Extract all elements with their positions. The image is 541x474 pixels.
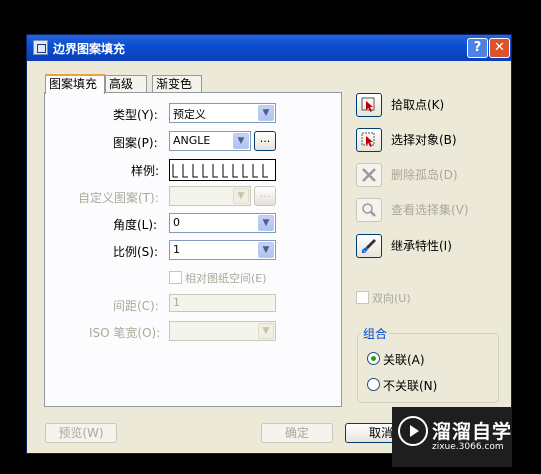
pattern-browse-button[interactable]: ... <box>254 131 276 151</box>
pattern-label: 图案(P): <box>113 136 158 150</box>
iso-pen-label: ISO 笔宽(O): <box>89 326 161 340</box>
close-button[interactable]: ✕ <box>489 38 510 58</box>
watermark: 溜溜自学 zixue.3066.com <box>392 407 512 467</box>
type-value: 预定义 <box>173 108 206 121</box>
nonassociative-label: 不关联(N) <box>383 379 438 393</box>
chevron-down-icon: ▼ <box>233 188 249 204</box>
select-objects-label: 选择对象(B) <box>391 133 457 147</box>
angle-pattern-preview <box>172 164 268 178</box>
spacing-label: 间距(C): <box>113 299 159 313</box>
dialog-title: 边界图案填充 <box>53 42 126 56</box>
double-label: 双向(U) <box>372 292 411 305</box>
ok-button[interactable]: 确定 <box>261 423 333 443</box>
chevron-down-icon: ▼ <box>233 133 249 149</box>
inherit-properties-button[interactable] <box>356 234 382 258</box>
angle-value: 0 <box>173 216 180 229</box>
tab-advanced[interactable]: 高级 <box>105 75 147 93</box>
inherit-properties-label: 继承特性(I) <box>391 239 452 253</box>
pick-point-icon <box>361 97 375 112</box>
app-icon <box>33 40 48 55</box>
pattern-select[interactable]: ANGLE ▼ <box>169 131 251 151</box>
angle-label: 角度(L): <box>113 218 158 232</box>
relative-paperspace-checkbox[interactable] <box>169 271 182 284</box>
chevron-down-icon: ▼ <box>258 105 274 121</box>
remove-islands-label: 删除孤岛(D) <box>391 168 458 182</box>
nonassociative-radio[interactable] <box>367 378 380 391</box>
pick-points-button[interactable] <box>356 93 382 117</box>
associative-label: 关联(A) <box>383 353 425 367</box>
custom-pattern-label: 自定义图案(T): <box>78 191 159 205</box>
view-selection-button[interactable] <box>356 198 382 222</box>
select-objects-button[interactable] <box>356 128 382 152</box>
preview-button[interactable]: 预览(W) <box>45 423 117 443</box>
associative-radio[interactable] <box>367 352 380 365</box>
pattern-swatch[interactable] <box>169 159 276 181</box>
scale-label: 比例(S): <box>113 245 159 259</box>
angle-select[interactable]: 0 ▼ <box>169 213 276 233</box>
hatch-tab-panel: 类型(Y): 预定义 ▼ 图案(P): ANGLE ▼ ... 样例: 自定义图… <box>44 92 342 407</box>
type-label: 类型(Y): <box>113 108 158 122</box>
relative-paperspace-label: 相对图纸空间(E) <box>185 272 267 285</box>
custom-browse-button[interactable]: ... <box>254 186 276 206</box>
select-objects-icon <box>361 132 375 147</box>
tab-gradient[interactable]: 渐变色 <box>152 75 202 93</box>
hatch-dialog: 边界图案填充 ? ✕ 图案填充 高级 渐变色 类型(Y): 预定义 ▼ 图案(P… <box>26 34 512 454</box>
scale-value: 1 <box>173 243 180 256</box>
remove-x-icon <box>362 168 376 182</box>
remove-islands-button[interactable] <box>356 163 382 187</box>
chevron-down-icon: ▼ <box>258 242 274 258</box>
pick-points-label: 拾取点(K) <box>391 98 445 112</box>
iso-pen-select[interactable]: ▼ <box>169 321 276 341</box>
compose-group-title: 组合 <box>361 325 390 342</box>
chevron-down-icon: ▼ <box>258 215 274 231</box>
view-selection-label: 查看选择集(V) <box>391 203 469 217</box>
tab-hatch[interactable]: 图案填充 <box>45 74 105 94</box>
type-select[interactable]: 预定义 ▼ <box>169 103 276 123</box>
custom-pattern-select[interactable]: ▼ <box>169 186 251 206</box>
double-checkbox[interactable] <box>356 291 369 304</box>
watermark-title: 溜溜自学 <box>432 421 513 443</box>
spacing-input[interactable]: 1 <box>169 294 276 312</box>
chevron-down-icon: ▼ <box>258 323 274 339</box>
brush-icon <box>362 239 376 253</box>
pattern-value: ANGLE <box>173 134 211 147</box>
title-bar[interactable]: 边界图案填充 ? ✕ <box>27 35 511 61</box>
help-button[interactable]: ? <box>467 38 488 58</box>
swatch-label: 样例: <box>131 164 160 178</box>
magnifier-icon <box>362 203 376 217</box>
play-logo-icon <box>398 416 428 446</box>
scale-select[interactable]: 1 ▼ <box>169 240 276 260</box>
watermark-subtitle: zixue.3066.com <box>432 442 504 452</box>
